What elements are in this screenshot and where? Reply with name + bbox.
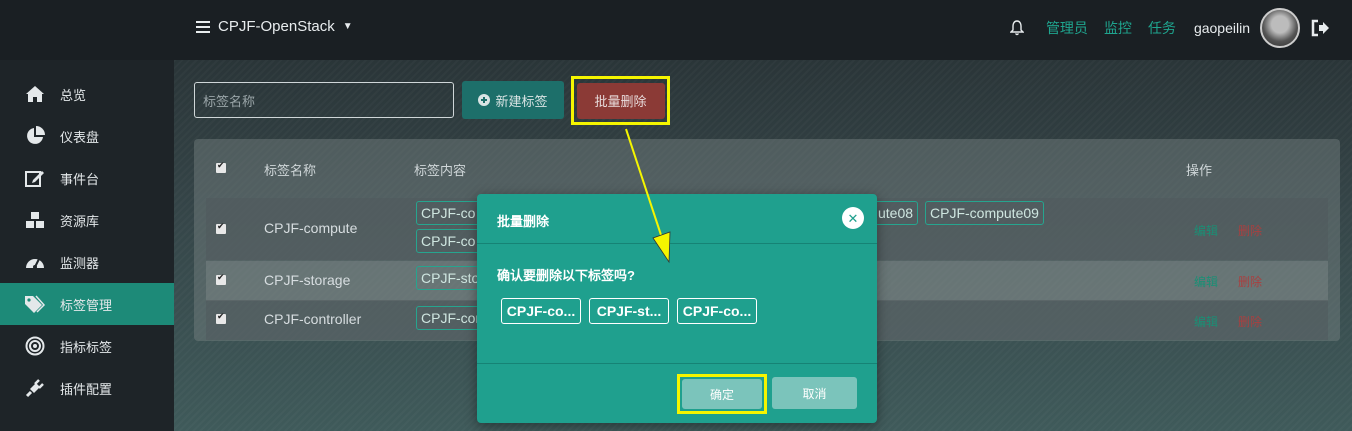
tag-name-search-input[interactable]: 标签名称 [194, 82, 454, 118]
dialog-footer-divider [477, 363, 877, 364]
confirm-button[interactable]: 确定 [682, 379, 762, 409]
pie-chart-icon [24, 125, 46, 147]
tag-chip: CPJF-co [416, 229, 481, 253]
sidebar-item-label: 监测器 [60, 255, 100, 271]
dashboard-icon [24, 251, 46, 273]
caret-down-icon: ▼ [342, 21, 353, 32]
nav-link-tasks[interactable]: 任务 [1148, 18, 1176, 38]
edit-link[interactable]: 编辑 [1194, 273, 1218, 290]
username[interactable]: gaopeilin [1194, 20, 1250, 36]
new-tag-label: 新建标签 [495, 93, 548, 109]
top-bar: CPJF-OpenStack ▼ 管理员 监控 任务 gaopeilin [0, 0, 1352, 60]
row-checkbox[interactable] [216, 272, 226, 285]
cancel-button[interactable]: 取消 [772, 377, 857, 409]
edit-link[interactable]: 编辑 [1194, 222, 1218, 239]
dialog-title: 批量删除 [497, 214, 550, 229]
row-tag-name: CPJF-compute [264, 220, 358, 236]
cancel-label: 取消 [802, 386, 827, 401]
tags-icon [24, 293, 46, 315]
row-checkbox[interactable] [216, 311, 226, 324]
edit-icon [24, 167, 46, 189]
delete-link[interactable]: 删除 [1238, 313, 1262, 330]
sidebar-item-plugin-config[interactable]: 插件配置 [0, 367, 174, 409]
tag-chip: CPJF-co [416, 201, 481, 225]
confirm-highlight: 确定 [677, 374, 767, 414]
project-selector[interactable]: CPJF-OpenStack ▼ [196, 18, 353, 35]
top-right-nav: 管理员 监控 任务 gaopeilin [1009, 8, 1330, 48]
new-tag-button[interactable]: 新建标签 [462, 81, 564, 119]
home-icon [24, 83, 46, 105]
plug-icon [24, 377, 46, 399]
bulk-delete-button[interactable]: 批量删除 [576, 82, 665, 119]
row-checkbox[interactable] [216, 221, 226, 234]
sidebar-item-label: 指标标签 [60, 339, 113, 355]
selected-tag-chip: CPJF-co... [501, 298, 581, 324]
tag-chip: CPJF-cor [416, 306, 486, 330]
tag-chip: CPJF-compute09 [925, 201, 1044, 225]
tag-chip: CPJF-sto [416, 266, 485, 290]
sidebar: 总览 仪表盘 事件台 资源库 监测器 标签管理 指标标签 插件配置 [0, 60, 174, 431]
bulk-delete-label: 批量删除 [594, 94, 647, 109]
logout-icon[interactable] [1310, 18, 1330, 38]
bulk-delete-highlight: 批量删除 [571, 76, 670, 125]
sidebar-item-resources[interactable]: 资源库 [0, 199, 174, 241]
tag-chip: ute08 [874, 201, 919, 225]
column-header-tag-content: 标签内容 [414, 163, 467, 178]
project-name: CPJF-OpenStack [218, 18, 335, 35]
selected-tag-chip: CPJF-st... [589, 298, 669, 324]
confirm-label: 确定 [709, 387, 734, 402]
nav-link-monitor[interactable]: 监控 [1104, 18, 1132, 38]
sidebar-item-dashboard[interactable]: 仪表盘 [0, 115, 174, 157]
avatar[interactable] [1260, 8, 1300, 48]
selected-tag-chip: CPJF-co... [677, 298, 757, 324]
select-all-checkbox[interactable] [216, 160, 226, 173]
sidebar-item-label: 仪表盘 [60, 129, 100, 145]
confirm-question: 确认要删除以下标签吗? [497, 268, 635, 283]
sidebar-item-label: 标签管理 [60, 297, 113, 313]
nav-link-admin[interactable]: 管理员 [1046, 18, 1088, 38]
bullseye-icon [24, 335, 46, 357]
bulk-delete-dialog: 批量删除 ✕ 确认要删除以下标签吗? CPJF-co... CPJF-st...… [477, 194, 877, 423]
delete-link[interactable]: 删除 [1238, 222, 1262, 239]
list-icon [196, 20, 210, 33]
search-placeholder: 标签名称 [203, 93, 256, 109]
bell-icon[interactable] [1009, 20, 1024, 36]
sidebar-item-monitors[interactable]: 监测器 [0, 241, 174, 283]
delete-link[interactable]: 删除 [1238, 273, 1262, 290]
column-header-actions: 操作 [1186, 163, 1213, 178]
row-tag-name: CPJF-controller [264, 311, 362, 327]
close-icon[interactable]: ✕ [842, 207, 864, 229]
row-tag-name: CPJF-storage [264, 272, 351, 288]
sidebar-item-label: 资源库 [60, 213, 100, 229]
sidebar-item-label: 插件配置 [60, 381, 113, 397]
sidebar-item-label: 总览 [60, 87, 87, 103]
sidebar-item-label: 事件台 [60, 171, 100, 187]
edit-link[interactable]: 编辑 [1194, 313, 1218, 330]
column-header-tag-name: 标签名称 [264, 163, 317, 178]
sidebar-item-events[interactable]: 事件台 [0, 157, 174, 199]
cubes-icon [24, 209, 46, 231]
sidebar-item-overview[interactable]: 总览 [0, 73, 174, 115]
dialog-header: 批量删除 ✕ [477, 194, 877, 244]
plus-circle-icon [478, 94, 491, 106]
sidebar-item-metric-tags[interactable]: 指标标签 [0, 325, 174, 367]
sidebar-item-tag-management[interactable]: 标签管理 [0, 283, 174, 325]
